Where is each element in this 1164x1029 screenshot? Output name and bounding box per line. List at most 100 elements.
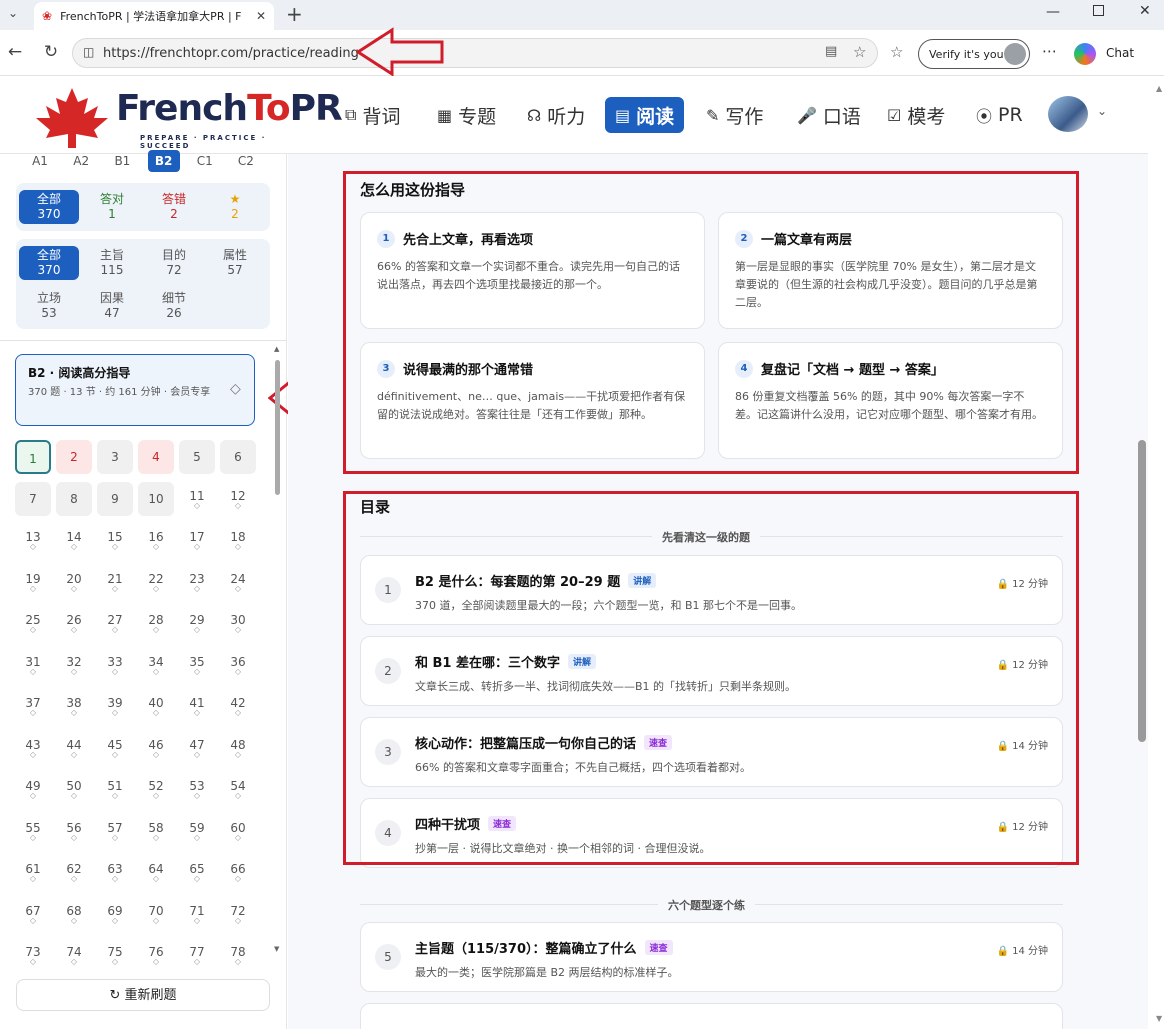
question-button[interactable]: 51 — [97, 772, 133, 810]
user-menu-chevron-icon[interactable]: ⌄ — [1097, 104, 1107, 118]
question-button[interactable]: 21 — [97, 565, 133, 603]
question-button[interactable]: 62 — [56, 855, 92, 893]
question-button[interactable]: 65 — [179, 855, 215, 893]
reshuffle-button[interactable]: ↻ 重新刷题 — [16, 979, 270, 1011]
question-button[interactable]: 17 — [179, 523, 215, 561]
question-button[interactable]: 8 — [56, 481, 92, 516]
reader-mode-icon[interactable]: ▤ — [825, 44, 837, 59]
question-button[interactable]: 55 — [15, 814, 51, 852]
question-button[interactable]: 28 — [138, 606, 174, 644]
question-button[interactable]: 35 — [179, 648, 215, 686]
question-button[interactable]: 22 — [138, 565, 174, 603]
question-button[interactable]: 37 — [15, 689, 51, 727]
minimize-icon[interactable]: — — [1046, 4, 1060, 20]
nav-writing[interactable]: ✎ 写作 — [706, 97, 763, 133]
question-button[interactable]: 63 — [97, 855, 133, 893]
question-button[interactable]: 36 — [220, 648, 256, 686]
question-button[interactable]: 30 — [220, 606, 256, 644]
question-button[interactable]: 1 — [15, 440, 51, 474]
question-button[interactable]: 20 — [56, 565, 92, 603]
question-button[interactable]: 2 — [56, 440, 92, 474]
question-button[interactable]: 60 — [220, 814, 256, 852]
question-button[interactable]: 4 — [138, 440, 174, 474]
question-button[interactable]: 53 — [179, 772, 215, 810]
question-button[interactable]: 31 — [15, 648, 51, 686]
question-button[interactable]: 57 — [97, 814, 133, 852]
favorite-star-icon[interactable]: ☆ — [853, 43, 866, 61]
question-button[interactable]: 12 — [220, 482, 256, 520]
question-button[interactable]: 42 — [220, 689, 256, 727]
question-button[interactable]: 24 — [220, 565, 256, 603]
question-button[interactable]: 7 — [15, 481, 51, 516]
question-button[interactable]: 10 — [138, 481, 174, 516]
question-button[interactable]: 39 — [97, 689, 133, 727]
question-button[interactable]: 74 — [56, 938, 92, 968]
window-close-icon[interactable]: ✕ — [1139, 3, 1151, 19]
question-button[interactable]: 68 — [56, 897, 92, 935]
question-button[interactable]: 76 — [138, 938, 174, 968]
question-button[interactable]: 43 — [15, 731, 51, 769]
nav-reading[interactable]: ▤ 阅读 — [605, 97, 685, 133]
question-button[interactable]: 29 — [179, 606, 215, 644]
question-button[interactable]: 73 — [15, 938, 51, 968]
nav-pr[interactable]: ⦿ PR — [976, 97, 1023, 133]
question-button[interactable]: 52 — [138, 772, 174, 810]
question-button[interactable]: 26 — [56, 606, 92, 644]
question-button[interactable]: 47 — [179, 731, 215, 769]
chat-button[interactable]: Chat — [1106, 46, 1134, 60]
question-button[interactable]: 27 — [97, 606, 133, 644]
question-button[interactable]: 64 — [138, 855, 174, 893]
toc-item[interactable]: 5 主旨题（115/370）：整篇确立了什么 速查 最大的一类；医学院那篇是 B2… — [360, 922, 1063, 992]
question-button[interactable]: 23 — [179, 565, 215, 603]
more-menu-icon[interactable]: ⋯ — [1042, 42, 1057, 60]
question-button[interactable]: 15 — [97, 523, 133, 561]
nav-listening[interactable]: ☊ 听力 — [527, 97, 585, 133]
question-button[interactable]: 38 — [56, 689, 92, 727]
nav-vocab[interactable]: ⧉ 背词 — [345, 97, 400, 133]
question-button[interactable]: 3 — [97, 440, 133, 474]
question-button[interactable]: 77 — [179, 938, 215, 968]
nav-topics[interactable]: ▦ 专题 — [437, 97, 496, 133]
nav-speaking[interactable]: 🎤 口语 — [797, 97, 861, 133]
toc-item-partial[interactable] — [360, 1003, 1063, 1029]
user-avatar[interactable] — [1048, 96, 1088, 132]
scroll-up-icon[interactable]: ▲ — [274, 345, 279, 353]
favorites-list-icon[interactable]: ☆ — [890, 43, 903, 61]
maximize-icon[interactable] — [1093, 5, 1104, 16]
question-button[interactable]: 44 — [56, 731, 92, 769]
question-button[interactable]: 66 — [220, 855, 256, 893]
question-button[interactable]: 59 — [179, 814, 215, 852]
question-button[interactable]: 78 — [220, 938, 256, 968]
question-button[interactable]: 32 — [56, 648, 92, 686]
new-tab-icon[interactable]: + — [286, 2, 303, 26]
question-button[interactable]: 18 — [220, 523, 256, 561]
nav-mock-exam[interactable]: ☑ 模考 — [887, 97, 945, 133]
question-button[interactable]: 56 — [56, 814, 92, 852]
question-button[interactable]: 75 — [97, 938, 133, 968]
question-button[interactable]: 50 — [56, 772, 92, 810]
question-button[interactable]: 61 — [15, 855, 51, 893]
scroll-down-icon[interactable]: ▼ — [274, 945, 279, 953]
question-button[interactable]: 40 — [138, 689, 174, 727]
question-button[interactable]: 49 — [15, 772, 51, 810]
question-button[interactable]: 45 — [97, 731, 133, 769]
question-button[interactable]: 48 — [220, 731, 256, 769]
question-button[interactable]: 71 — [179, 897, 215, 935]
question-button[interactable]: 5 — [179, 440, 215, 474]
question-button[interactable]: 70 — [138, 897, 174, 935]
question-button[interactable]: 6 — [220, 440, 256, 474]
question-button[interactable]: 13 — [15, 523, 51, 561]
question-button[interactable]: 9 — [97, 481, 133, 516]
question-button[interactable]: 25 — [15, 606, 51, 644]
verify-profile-button[interactable]: Verify it's you — [918, 39, 1030, 69]
question-button[interactable]: 33 — [97, 648, 133, 686]
question-button[interactable]: 72 — [220, 897, 256, 935]
question-button[interactable]: 69 — [97, 897, 133, 935]
question-button[interactable]: 41 — [179, 689, 215, 727]
question-button[interactable]: 46 — [138, 731, 174, 769]
question-button[interactable]: 67 — [15, 897, 51, 935]
question-button[interactable]: 19 — [15, 565, 51, 603]
question-button[interactable]: 58 — [138, 814, 174, 852]
question-button[interactable]: 11 — [179, 482, 215, 520]
question-button[interactable]: 16 — [138, 523, 174, 561]
